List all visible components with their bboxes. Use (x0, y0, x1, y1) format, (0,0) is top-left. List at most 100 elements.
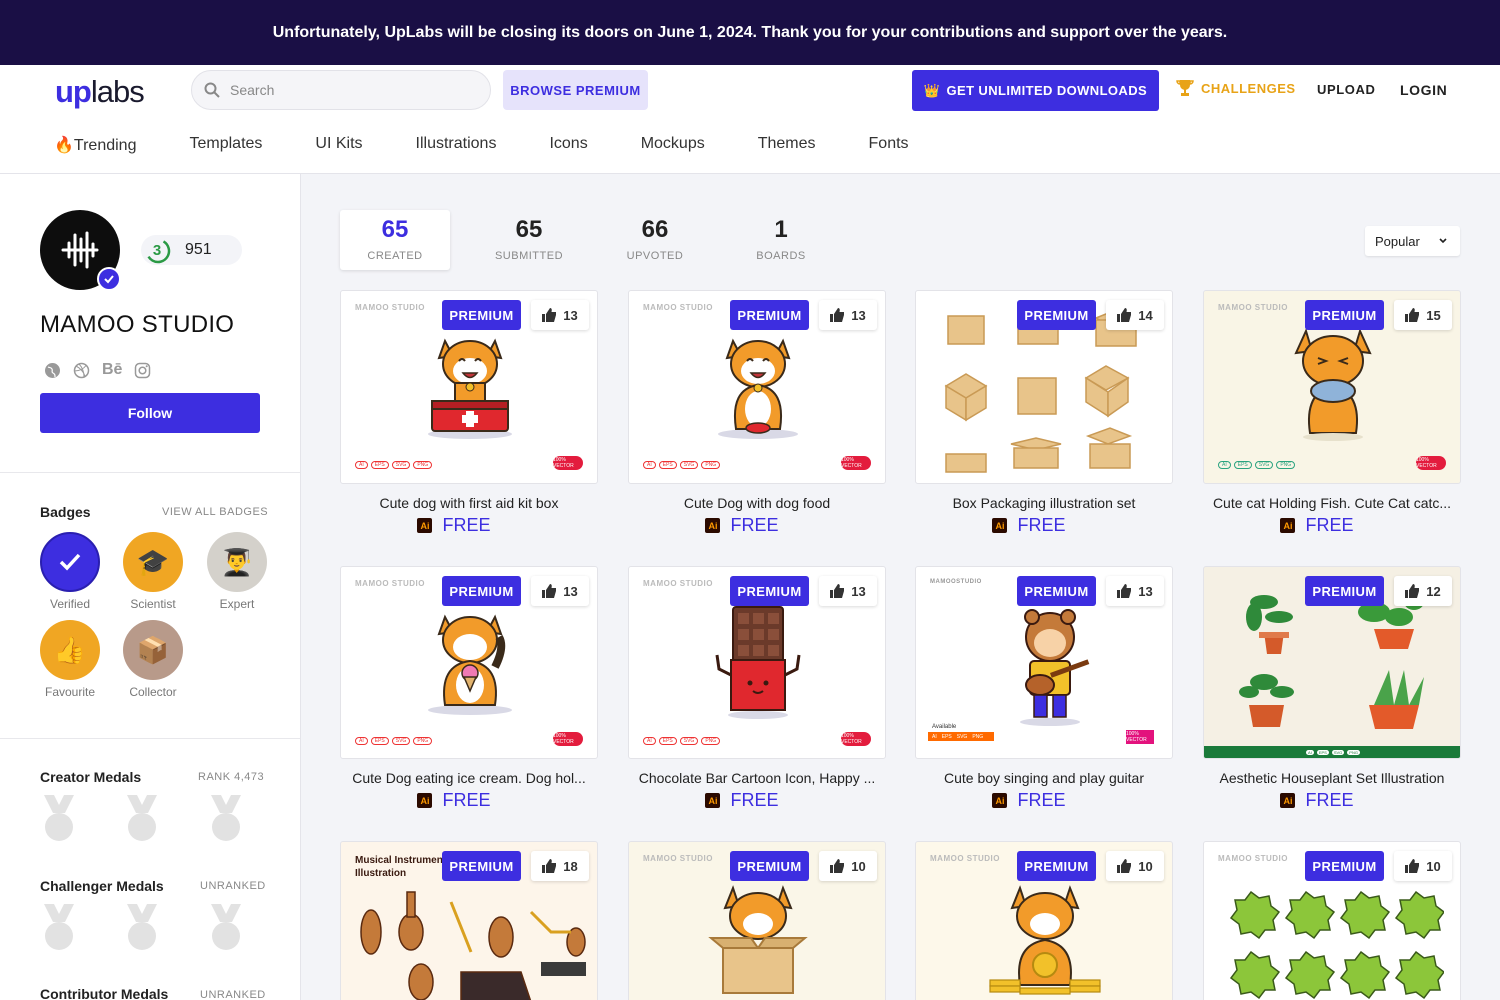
premium-badge[interactable]: PREMIUM (442, 576, 521, 606)
card-thumbnail[interactable]: MAMOO STUDIO PREMIUM 10 (1203, 841, 1461, 1000)
design-card[interactable]: PREMIUM 14 Box Packaging illustration se… (915, 290, 1173, 536)
card-thumbnail[interactable]: MAMOOSTUDIO Available AI EPS SVG PNG 100% V… (915, 566, 1173, 759)
premium-badge[interactable]: PREMIUM (442, 851, 521, 881)
card-thumbnail[interactable]: MAMOO STUDIO AI EPS SVG PNG 100% VECTOR PRE… (340, 566, 598, 759)
design-card[interactable]: MAMOO STUDIO PREMIUM 10 (1203, 841, 1461, 1000)
premium-badge[interactable]: PREMIUM (442, 300, 521, 330)
nav-ui-kits[interactable]: UI Kits (315, 135, 362, 155)
design-card[interactable]: MAMOO STUDIO AI EPS SVG PNG 100% VECTOR PRE… (340, 566, 598, 811)
card-thumbnail[interactable]: MAMOO STUDIO AI EPS SVG PNG 100% VECTOR PRE… (1203, 290, 1461, 484)
illustrator-icon: Ai (417, 518, 433, 533)
nav-mockups[interactable]: Mockups (641, 135, 705, 155)
soundwave-logo-icon (61, 231, 99, 269)
card-title[interactable]: Cute dog with first aid kit box (340, 495, 598, 511)
nav-themes[interactable]: Themes (758, 135, 816, 155)
premium-badge[interactable]: PREMIUM (730, 851, 809, 881)
badge-scientist[interactable]: 🎓 Scientist (113, 532, 193, 611)
design-card[interactable]: MAMOO STUDIO PREMIUM 10 (915, 841, 1173, 1000)
uplabs-logo[interactable]: uplabs (55, 74, 145, 110)
like-button[interactable]: 10 (819, 851, 877, 881)
card-title[interactable]: Cute cat Holding Fish. Cute Cat catc... (1203, 495, 1461, 511)
search-box[interactable] (191, 70, 491, 110)
card-thumbnail[interactable]: MAMOO STUDIO AI EPS SVG PNG 100% VECTOR PRE… (628, 290, 886, 484)
nav-templates[interactable]: Templates (189, 135, 262, 155)
card-title[interactable]: Cute Dog eating ice cream. Dog hol... (340, 770, 598, 786)
tab-submitted[interactable]: 65 SUBMITTED (466, 210, 592, 270)
design-card[interactable]: AI EPS SVG PNG PREMIUM 12 Aesthetic Housepl… (1203, 566, 1461, 811)
premium-badge[interactable]: PREMIUM (1305, 576, 1384, 606)
badge-collector[interactable]: 📦 Collector (113, 620, 193, 699)
card-thumbnail[interactable]: Musical Instrument Illustration PREMIUM … (340, 841, 598, 1000)
upload-link[interactable]: UPLOAD (1317, 82, 1376, 97)
like-button[interactable]: 18 (531, 851, 589, 881)
design-card[interactable]: MAMOO STUDIO AI EPS SVG PNG 100% VECTOR PRE… (628, 566, 886, 811)
like-button[interactable]: 10 (1106, 851, 1164, 881)
card-price: Ai FREE (1173, 790, 1461, 811)
watermark: MAMOO STUDIO (643, 579, 713, 588)
card-thumbnail[interactable]: AI EPS SVG PNG PREMIUM 12 (1203, 566, 1461, 759)
tab-upvoted[interactable]: 66 UPVOTED (592, 210, 718, 270)
like-button[interactable]: 13 (819, 300, 877, 330)
login-link[interactable]: LOGIN (1400, 82, 1447, 98)
nav-illustrations[interactable]: Illustrations (416, 135, 497, 155)
get-unlimited-downloads-button[interactable]: 👑 GET UNLIMITED DOWNLOADS (912, 70, 1159, 111)
instagram-icon[interactable] (134, 362, 151, 379)
like-button[interactable]: 13 (531, 300, 589, 330)
follow-button[interactable]: Follow (40, 393, 260, 433)
design-card[interactable]: MAMOOSTUDIO Available AI EPS SVG PNG 100% V… (915, 566, 1173, 811)
behance-icon[interactable]: Bē (102, 361, 122, 379)
search-input[interactable] (230, 82, 470, 98)
card-price: Ai FREE (598, 515, 886, 536)
premium-badge[interactable]: PREMIUM (730, 576, 809, 606)
badge-expert[interactable]: 👨‍🎓 Expert (197, 532, 277, 611)
creator-medals-title: Creator Medals (40, 769, 142, 785)
premium-badge[interactable]: PREMIUM (730, 300, 809, 330)
like-button[interactable]: 12 (1394, 576, 1452, 606)
badge-favourite[interactable]: 👍 Favourite (30, 620, 110, 699)
premium-badge[interactable]: PREMIUM (1017, 851, 1096, 881)
design-card[interactable]: MAMOO STUDIO AI EPS SVG PNG 100% VECTOR PRE… (1203, 290, 1461, 536)
nav-icons[interactable]: Icons (549, 135, 587, 155)
expert-person-icon: 👨‍🎓 (207, 532, 267, 592)
tab-created[interactable]: 65 CREATED (340, 210, 450, 270)
card-thumbnail[interactable]: PREMIUM 14 (915, 290, 1173, 484)
premium-badge[interactable]: PREMIUM (1017, 576, 1096, 606)
challenges-link[interactable]: CHALLENGES (1175, 78, 1296, 98)
card-thumbnail[interactable]: MAMOO STUDIO PREMIUM 10 (915, 841, 1173, 1000)
thumbs-up-icon (830, 859, 845, 873)
card-title[interactable]: Cute Dog with dog food (628, 495, 886, 511)
like-button[interactable]: 13 (819, 576, 877, 606)
like-count: 13 (851, 307, 866, 323)
like-button[interactable]: 13 (1106, 576, 1164, 606)
premium-badge[interactable]: PREMIUM (1305, 300, 1384, 330)
badge-verified[interactable]: Verified (30, 532, 110, 611)
card-thumbnail[interactable]: MAMOO STUDIO AI EPS SVG PNG 100% VECTOR PRE… (628, 566, 886, 759)
browse-premium-button[interactable]: BROWSE PREMIUM (503, 70, 648, 110)
vector-badge: 100% VECTOR (841, 732, 871, 746)
like-button[interactable]: 15 (1394, 300, 1452, 330)
card-title[interactable]: Chocolate Bar Cartoon Icon, Happy ... (628, 770, 886, 786)
card-title[interactable]: Cute boy singing and play guitar (915, 770, 1173, 786)
dribbble-icon[interactable] (73, 362, 90, 379)
badge-label: Expert (219, 597, 255, 611)
view-all-badges-link[interactable]: VIEW ALL BADGES (162, 506, 268, 518)
card-thumbnail[interactable]: MAMOO STUDIO PREMIUM 10 (628, 841, 886, 1000)
card-thumbnail[interactable]: MAMOO STUDIO AI EPS SVG PNG 100% VECTOR PRE… (340, 290, 598, 484)
premium-badge[interactable]: PREMIUM (1305, 851, 1384, 881)
design-card[interactable]: Musical Instrument Illustration PREMIUM … (340, 841, 598, 1000)
sort-select[interactable]: Popular (1365, 226, 1460, 256)
thumbs-up-icon (830, 308, 845, 322)
design-card[interactable]: MAMOO STUDIO PREMIUM 10 (628, 841, 886, 1000)
like-button[interactable]: 13 (531, 576, 589, 606)
globe-icon[interactable] (44, 362, 61, 379)
like-button[interactable]: 14 (1106, 300, 1164, 330)
card-title[interactable]: Aesthetic Houseplant Set Illustration (1203, 770, 1461, 786)
like-button[interactable]: 10 (1394, 851, 1452, 881)
design-card[interactable]: MAMOO STUDIO AI EPS SVG PNG 100% VECTOR PRE… (340, 290, 598, 536)
premium-badge[interactable]: PREMIUM (1017, 300, 1096, 330)
nav-trending[interactable]: 🔥Trending (54, 135, 136, 155)
design-card[interactable]: MAMOO STUDIO AI EPS SVG PNG 100% VECTOR PRE… (628, 290, 886, 536)
card-title[interactable]: Box Packaging illustration set (915, 495, 1173, 511)
tab-boards[interactable]: 1 BOARDS (718, 210, 844, 270)
nav-fonts[interactable]: Fonts (869, 135, 909, 155)
